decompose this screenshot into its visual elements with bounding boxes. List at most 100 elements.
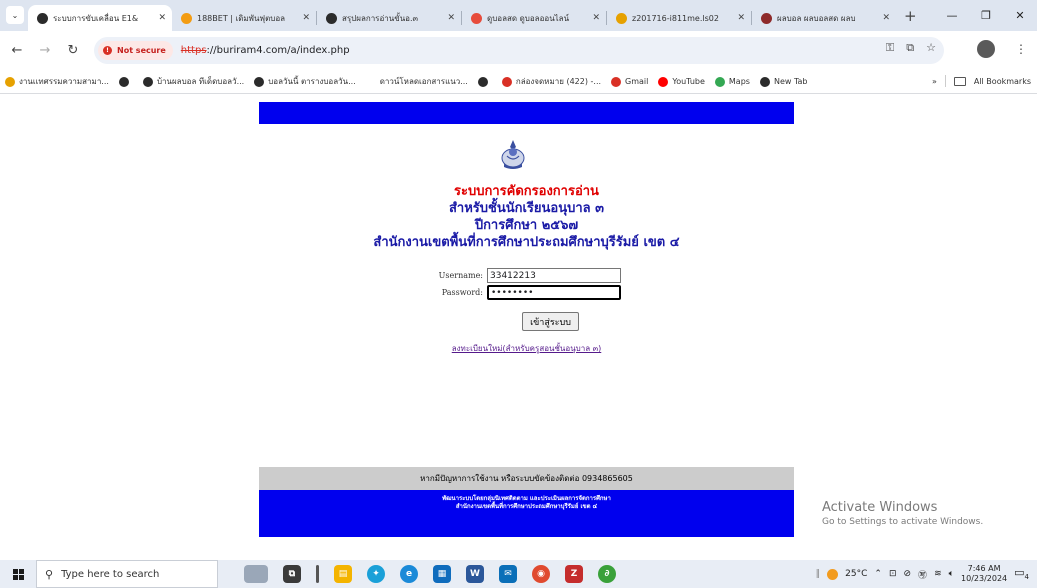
bookmark-item[interactable]: YouTube: [658, 76, 705, 87]
weather-icon[interactable]: [827, 568, 839, 580]
bookmark-favicon-icon: [501, 76, 512, 87]
bookmarks-right: » All Bookmarks: [932, 75, 1031, 87]
tab-title: สรุปผลการอ่านขั้นอ.๓: [342, 13, 418, 23]
close-window-icon[interactable]: ✕: [1003, 0, 1037, 31]
tab-title: z201716-i811me.ls02: [632, 13, 719, 23]
bookmark-item[interactable]: ดาวน์โหลดเอกสารแนว...: [365, 75, 468, 88]
bookmark-item[interactable]: กล่องจดหมาย (422) -...: [501, 75, 601, 88]
language-icon[interactable]: ㊢: [918, 568, 927, 581]
chrome-icon[interactable]: ◉: [532, 565, 550, 583]
browser-tab[interactable]: ดูบอลสด ดูบอลออนไลน์ ✕: [462, 5, 606, 31]
bookmark-favicon-icon: [118, 76, 129, 87]
mail-icon[interactable]: ✉: [499, 565, 517, 583]
password-key-icon[interactable]: ⚿: [886, 41, 894, 55]
new-tab-button[interactable]: +: [904, 7, 917, 25]
back-icon[interactable]: ←: [6, 40, 28, 62]
footer-banner: พัฒนาระบบโดยกลุ่มนิเทศติดตาม และประเมินผ…: [259, 490, 794, 537]
footer-line-2: สำนักงานเขตพื้นที่การศึกษาประถมศึกษาบุรี…: [455, 503, 598, 510]
start-button[interactable]: [0, 560, 36, 588]
app-green-icon[interactable]: ∂: [598, 565, 616, 583]
more-bookmarks-button[interactable]: »: [932, 77, 937, 86]
username-row: Username: 33412213: [437, 268, 621, 283]
windows-taskbar: ⚲ Type here to search ⧉ ▤ ✦ e ▦ W ✉ ◉ Z …: [0, 560, 1037, 588]
address-bar[interactable]: ! Not secure https://buriram4.com/a/inde…: [94, 37, 944, 64]
restore-icon[interactable]: ❐: [969, 0, 1003, 31]
tab-strip: ระบบการขับเคลื่อน E1& ✕ 188BET | เดิมพันฟุ…: [28, 5, 896, 31]
hidden-icons-chevron-icon[interactable]: ⌃: [874, 569, 882, 579]
folder-icon: [953, 76, 966, 86]
bookmark-item[interactable]: บ้านผลบอล ทีเด็ดบอลวั...: [142, 75, 244, 88]
all-bookmarks-button[interactable]: All Bookmarks: [974, 77, 1031, 86]
bookmark-favicon-icon: [611, 76, 622, 87]
tab-search-button[interactable]: ⌄: [6, 6, 24, 24]
bookmarks-list: งานเเทศรรมความสามา... บ้านผลบอล ทีเด็ดบอล…: [5, 75, 818, 88]
bookmark-star-icon[interactable]: ☆: [926, 41, 936, 55]
profile-avatar[interactable]: [977, 40, 995, 58]
task-view-icon[interactable]: ⧉: [283, 565, 301, 583]
bookmark-favicon-icon: [142, 76, 153, 87]
app-z-icon[interactable]: Z: [565, 565, 583, 583]
bookmark-item[interactable]: งานเเทศรรมความสามา...: [5, 75, 109, 88]
activate-title: Activate Windows: [822, 500, 938, 515]
word-icon[interactable]: W: [466, 565, 484, 583]
bookmark-item[interactable]: [118, 76, 133, 87]
toolbar-right: ⋮: [977, 40, 1027, 58]
browser-tab[interactable]: 188BET | เดิมพันฟุตบอล ✕: [172, 5, 316, 31]
bookmark-item[interactable]: Gmail: [611, 76, 648, 87]
bookmark-label: ดาวน์โหลดเอกสารแนว...: [379, 77, 468, 86]
footer-line-1: พัฒนาระบบโดยกลุ่มนิเทศติดตาม และประเมินผ…: [442, 495, 611, 502]
minimize-icon[interactable]: —: [935, 0, 969, 31]
menu-icon[interactable]: ⋮: [1015, 42, 1027, 56]
login-button[interactable]: เข้าสู่ระบบ: [522, 312, 579, 331]
bookmark-item[interactable]: New Tab: [759, 76, 808, 87]
volume-icon[interactable]: 🔈︎: [949, 569, 954, 579]
notification-count: 4: [1024, 573, 1029, 582]
edge-icon[interactable]: e: [400, 565, 418, 583]
tab-close-icon[interactable]: ✕: [592, 13, 600, 23]
tab-close-icon[interactable]: ✕: [158, 13, 166, 23]
omnibox-actions: ⚿ ⧉ ☆: [886, 41, 936, 55]
widget-cat-icon[interactable]: [244, 565, 268, 583]
bookmark-favicon-icon: [477, 76, 488, 87]
page-content: ระบบการคัดกรองการอ่าน สำหรับชั้นนักเรียน…: [0, 95, 1037, 549]
file-explorer-icon[interactable]: ▤: [334, 565, 352, 583]
username-input[interactable]: 33412213: [487, 268, 621, 283]
help-text: หากมีปัญหาการใช้งาน หรือระบบขัดข้องติดต่…: [420, 474, 633, 483]
bookmark-item[interactable]: [477, 76, 492, 87]
browser-tab[interactable]: z201716-i811me.ls02 ✕: [607, 5, 751, 31]
username-label: Username:: [438, 271, 483, 280]
register-link[interactable]: ลงทะเบียนใหม่(สำหรับครูสอนชั้นอนุบาล ๓): [259, 342, 794, 355]
store-icon[interactable]: ▦: [433, 565, 451, 583]
copilot-icon[interactable]: ✦: [367, 565, 385, 583]
security-chip[interactable]: ! Not secure: [98, 41, 173, 60]
tab-close-icon[interactable]: ✕: [447, 13, 455, 23]
forward-icon[interactable]: →: [34, 40, 56, 62]
browser-tab[interactable]: ผลบอล ผลบอลสด ผลบ ✕: [752, 5, 896, 31]
bookmark-favicon-icon: [5, 76, 15, 87]
translate-icon[interactable]: ⧉: [906, 41, 914, 55]
taskbar-search[interactable]: ⚲ Type here to search: [36, 560, 218, 588]
wifi-icon[interactable]: ≋: [934, 569, 942, 579]
bookmark-label: Maps: [728, 77, 750, 86]
title-office: สำนักงานเขตพื้นที่การศึกษาประถมศึกษาบุรี…: [373, 235, 680, 250]
bookmark-item[interactable]: Maps: [714, 76, 750, 87]
tab-close-icon[interactable]: ✕: [302, 13, 310, 23]
divider: [944, 75, 946, 87]
notification-icon[interactable]: ▭4: [1014, 566, 1029, 581]
tab-close-icon[interactable]: ✕: [737, 13, 745, 23]
bookmark-item[interactable]: บอลวันนี้ ตารางบอลวัน...: [254, 75, 356, 88]
activate-windows-watermark: Activate Windows Go to Settings to activ…: [822, 500, 983, 527]
url-scheme: https: [180, 45, 207, 56]
browser-tab[interactable]: สรุปผลการอ่านขั้นอ.๓ ✕: [317, 5, 461, 31]
browser-tab[interactable]: ระบบการขับเคลื่อน E1& ✕: [28, 5, 172, 31]
tab-close-icon[interactable]: ✕: [882, 13, 890, 23]
network-icon[interactable]: ⊘: [904, 569, 912, 579]
globe-icon: [37, 12, 48, 24]
clock[interactable]: 7:46 AM 10/23/2024: [961, 564, 1007, 584]
reload-icon[interactable]: ↻: [62, 40, 84, 62]
password-input[interactable]: ••••••••: [487, 285, 621, 300]
temperature[interactable]: 25°C: [845, 569, 867, 579]
tray-app-icon[interactable]: ⊡: [889, 569, 897, 579]
url-text: https://buriram4.com/a/index.php: [181, 45, 350, 56]
bookmark-label: งานเเทศรรมความสามา...: [19, 77, 109, 86]
